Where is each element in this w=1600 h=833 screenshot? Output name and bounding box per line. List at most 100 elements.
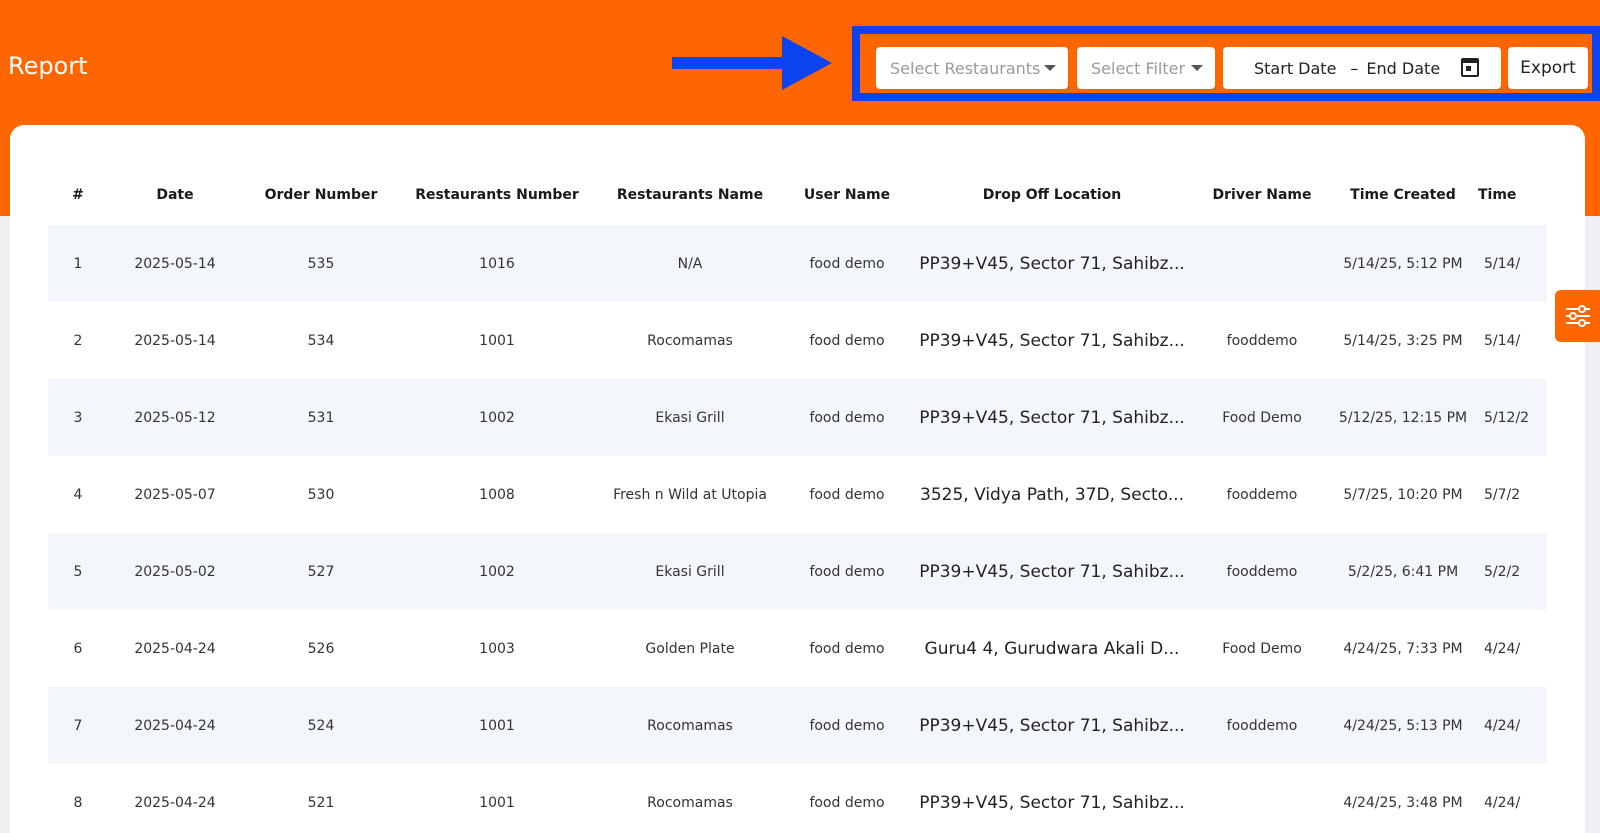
cell-date: 2025-04-24 xyxy=(134,717,216,734)
cell-index: 6 xyxy=(73,640,83,657)
cell-order-number: 521 xyxy=(307,794,335,811)
table-row[interactable]: 8 2025-04-24 521 1001 Rocomamas food dem… xyxy=(48,764,1547,833)
cell-driver-name: fooddemo xyxy=(1226,486,1298,503)
cell-restaurants-name: Rocomamas xyxy=(647,794,733,811)
cell-time: 4/24/ xyxy=(1484,717,1521,734)
cell-restaurants-number: 1008 xyxy=(479,486,515,503)
cell-user-name: food demo xyxy=(809,794,885,811)
cell-time-created: 4/24/25, 7:33 PM xyxy=(1343,640,1463,657)
cell-index: 4 xyxy=(73,486,83,503)
cell-time-created: 5/12/25, 12:15 PM xyxy=(1338,409,1468,426)
cell-time: 5/2/2 xyxy=(1484,563,1521,580)
cell-restaurants-name: N/A xyxy=(677,255,703,272)
cell-index: 7 xyxy=(73,717,83,734)
cell-user-name: food demo xyxy=(809,255,885,272)
table-row[interactable]: 5 2025-05-02 527 1002 Ekasi Grill food d… xyxy=(48,533,1547,610)
export-button[interactable]: Export xyxy=(1508,47,1588,89)
calendar-icon[interactable] xyxy=(1461,58,1479,77)
cell-user-name: food demo xyxy=(809,640,885,657)
cell-user-name: food demo xyxy=(809,409,885,426)
cell-restaurants-name: Rocomamas xyxy=(647,717,733,734)
cell-time: 4/24/ xyxy=(1484,794,1521,811)
table-row[interactable]: 3 2025-05-12 531 1002 Ekasi Grill food d… xyxy=(48,379,1547,456)
arrow-right-icon xyxy=(672,36,832,90)
header-time-created[interactable]: Time Created xyxy=(1328,165,1478,225)
cell-restaurants-name: Ekasi Grill xyxy=(655,563,725,580)
cell-time-created: 4/24/25, 5:13 PM xyxy=(1343,717,1463,734)
cell-time-created: 5/14/25, 5:12 PM xyxy=(1343,255,1463,272)
cell-time-created: 4/24/25, 3:48 PM xyxy=(1343,794,1463,811)
date-separator: – xyxy=(1350,58,1359,78)
header-user-name[interactable]: User Name xyxy=(786,165,908,225)
cell-restaurants-number: 1001 xyxy=(479,717,515,734)
report-card: # Date Order Number Restaurants Number R… xyxy=(10,125,1585,833)
header-drop-off-location[interactable]: Drop Off Location xyxy=(908,165,1196,225)
cell-order-number: 531 xyxy=(307,409,335,426)
header-date[interactable]: Date xyxy=(108,165,242,225)
cell-order-number: 526 xyxy=(307,640,335,657)
chevron-down-icon xyxy=(1191,65,1203,71)
cell-index: 3 xyxy=(73,409,83,426)
cell-restaurants-number: 1001 xyxy=(479,332,515,349)
cell-driver-name: fooddemo xyxy=(1226,332,1298,349)
export-button-label: Export xyxy=(1520,58,1576,78)
table-row[interactable]: 1 2025-05-14 535 1016 N/A food demo PP39… xyxy=(48,225,1547,302)
cell-restaurants-number: 1003 xyxy=(479,640,515,657)
cell-time: 5/7/2 xyxy=(1484,486,1521,503)
cell-time: 5/14/ xyxy=(1484,332,1521,349)
cell-drop-off-location: PP39+V45, Sector 71, Sahibz... xyxy=(919,330,1185,351)
cell-time: 4/24/ xyxy=(1484,640,1521,657)
cell-index: 5 xyxy=(73,563,83,580)
cell-date: 2025-04-24 xyxy=(134,640,216,657)
cell-date: 2025-05-14 xyxy=(134,332,216,349)
cell-time-created: 5/14/25, 3:25 PM xyxy=(1343,332,1463,349)
cell-restaurants-number: 1002 xyxy=(479,409,515,426)
cell-user-name: food demo xyxy=(809,563,885,580)
cell-order-number: 527 xyxy=(307,563,335,580)
filter-settings-tab[interactable] xyxy=(1555,290,1600,342)
cell-date: 2025-05-07 xyxy=(134,486,216,503)
cell-restaurants-number: 1016 xyxy=(479,255,515,272)
cell-restaurants-name: Ekasi Grill xyxy=(655,409,725,426)
cell-index: 2 xyxy=(73,332,83,349)
header-restaurants-number[interactable]: Restaurants Number xyxy=(400,165,594,225)
header-order-number[interactable]: Order Number xyxy=(242,165,400,225)
cell-time: 5/14/ xyxy=(1484,255,1521,272)
cell-driver-name: Food Demo xyxy=(1222,409,1302,426)
cell-date: 2025-04-24 xyxy=(134,794,216,811)
select-restaurants-placeholder: Select Restaurants xyxy=(890,58,1041,78)
cell-date: 2025-05-02 xyxy=(134,563,216,580)
cell-driver-name xyxy=(1196,225,1328,302)
table-row[interactable]: 4 2025-05-07 530 1008 Fresh n Wild at Ut… xyxy=(48,456,1547,533)
cell-drop-off-location: PP39+V45, Sector 71, Sahibz... xyxy=(919,792,1185,813)
table-row[interactable]: 7 2025-04-24 524 1001 Rocomamas food dem… xyxy=(48,687,1547,764)
cell-user-name: food demo xyxy=(809,717,885,734)
header-time[interactable]: Time xyxy=(1478,165,1547,225)
cell-drop-off-location: PP39+V45, Sector 71, Sahibz... xyxy=(919,407,1185,428)
page-title: Report xyxy=(8,52,88,80)
table-row[interactable]: 2 2025-05-14 534 1001 Rocomamas food dem… xyxy=(48,302,1547,379)
cell-order-number: 535 xyxy=(307,255,335,272)
table-row[interactable]: 6 2025-04-24 526 1003 Golden Plate food … xyxy=(48,610,1547,687)
start-date-field[interactable]: Start Date xyxy=(1254,59,1336,78)
sliders-icon xyxy=(1565,305,1590,327)
cell-restaurants-name: Golden Plate xyxy=(645,640,735,657)
cell-drop-off-location: Guru4 4, Gurudwara Akali D... xyxy=(924,638,1180,659)
header-restaurants-name[interactable]: Restaurants Name xyxy=(594,165,786,225)
select-filter-dropdown[interactable]: Select Filter xyxy=(1077,47,1215,89)
header-driver-name[interactable]: Driver Name xyxy=(1196,165,1328,225)
table-header-row: # Date Order Number Restaurants Number R… xyxy=(48,165,1547,225)
cell-index: 1 xyxy=(73,255,83,272)
report-table-scroll[interactable]: # Date Order Number Restaurants Number R… xyxy=(48,165,1547,833)
select-restaurants-dropdown[interactable]: Select Restaurants xyxy=(876,47,1068,89)
end-date-field[interactable]: End Date xyxy=(1366,59,1440,78)
cell-index: 8 xyxy=(73,794,83,811)
cell-time: 5/12/2 xyxy=(1484,409,1530,426)
cell-drop-off-location: 3525, Vidya Path, 37D, Secto... xyxy=(920,484,1184,505)
header-index[interactable]: # xyxy=(48,165,108,225)
cell-restaurants-name: Fresh n Wild at Utopia xyxy=(613,486,767,503)
cell-driver-name: fooddemo xyxy=(1226,717,1298,734)
cell-order-number: 534 xyxy=(307,332,335,349)
date-range-picker[interactable]: Start Date – End Date xyxy=(1223,47,1501,89)
cell-restaurants-name: Rocomamas xyxy=(647,332,733,349)
